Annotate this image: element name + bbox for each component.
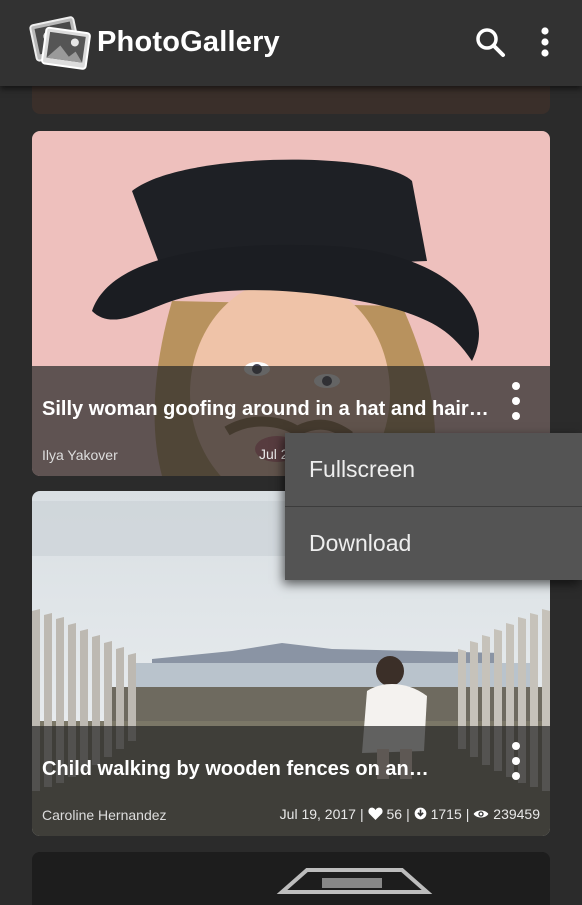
card-more-icon[interactable] [504, 740, 528, 782]
card-popup-menu: Fullscreen Download [285, 433, 582, 580]
card-more-icon[interactable] [504, 380, 528, 422]
heart-icon [368, 807, 383, 820]
eye-icon [474, 810, 489, 818]
card-title: Child walking by wooden fences on an… [42, 758, 429, 780]
photo-card-next[interactable] [32, 852, 550, 905]
download-icon [414, 807, 427, 820]
photo-camera [32, 852, 550, 905]
card-author: Caroline Hernandez [42, 807, 167, 823]
menu-item-download[interactable]: Download [285, 507, 582, 580]
more-vertical-icon[interactable] [530, 24, 560, 60]
views-count: 239459 [493, 806, 540, 822]
app-root: PhotoGallery Silly woman goofing around … [0, 0, 582, 905]
app-bar: PhotoGallery [0, 0, 582, 86]
card-title: Silly woman goofing around in a hat and … [42, 398, 489, 420]
downloads-count: 1715 [430, 806, 462, 822]
likes-count: 56 [386, 806, 403, 822]
app-title: PhotoGallery [97, 26, 280, 58]
search-icon[interactable] [472, 24, 508, 60]
card-stats: Jul 19, 2017 | 56 | 1715 | 239459 [279, 806, 540, 822]
menu-item-fullscreen[interactable]: Fullscreen [285, 433, 582, 506]
card-info-overlay: Child walking by wooden fences on an… Ca… [32, 726, 550, 836]
photo-card[interactable]: Silly woman goofing around in a hat and … [32, 131, 550, 476]
card-date: Jul 19, 2017 [279, 806, 356, 822]
app-logo-icon [29, 16, 91, 70]
card-author: Ilya Yakover [42, 447, 118, 463]
